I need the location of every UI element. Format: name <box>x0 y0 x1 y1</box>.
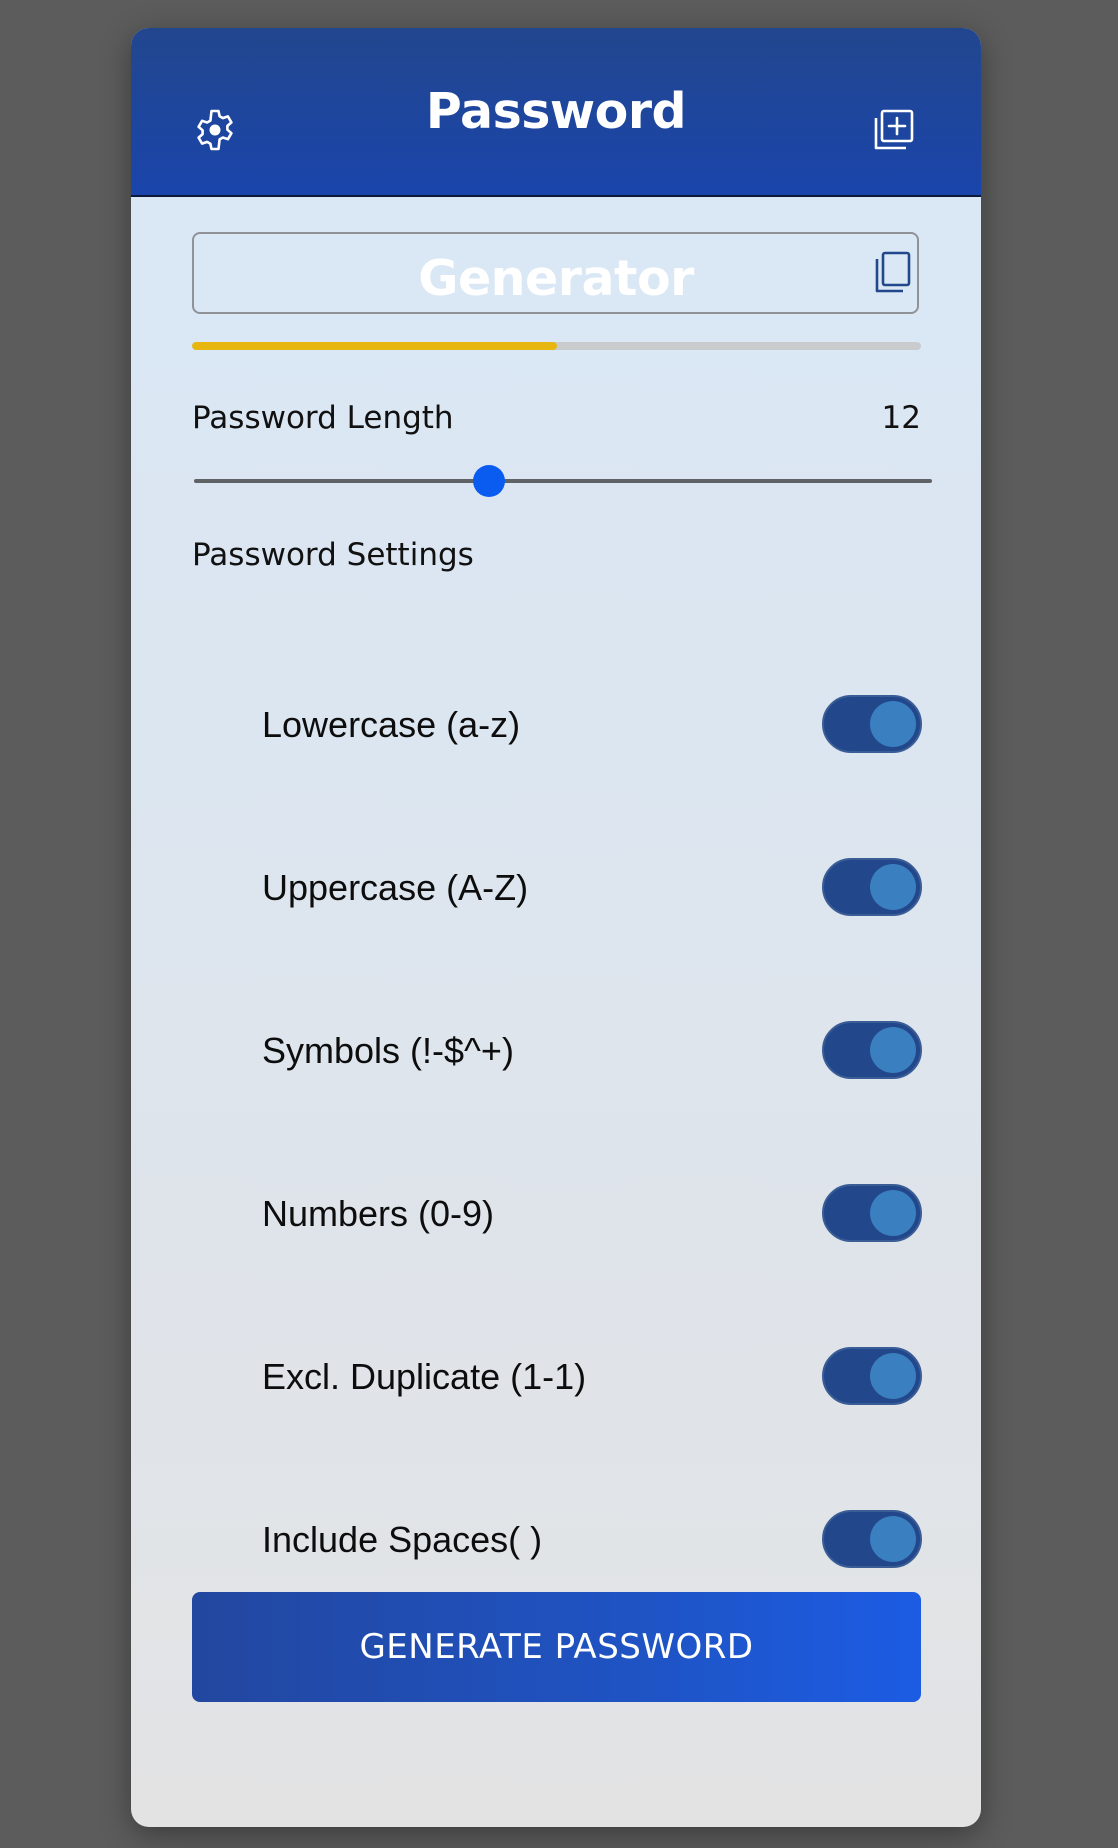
option-exclude-duplicate: Excl. Duplicate (1-1) <box>262 1345 922 1409</box>
copy-icon[interactable] <box>871 250 915 294</box>
generate-password-button[interactable]: GENERATE PASSWORD <box>192 1592 921 1702</box>
include-spaces-toggle[interactable] <box>822 1510 922 1568</box>
length-slider[interactable] <box>194 465 932 497</box>
header: Password Generator <box>131 28 981 307</box>
option-numbers: Numbers (0-9) <box>262 1182 922 1246</box>
length-slider-thumb[interactable] <box>473 465 506 497</box>
option-symbols: Symbols (!-$^+) <box>262 1019 922 1083</box>
exclude-duplicate-toggle[interactable] <box>822 1347 922 1405</box>
lowercase-toggle[interactable] <box>822 695 922 753</box>
numbers-toggle[interactable] <box>822 1184 922 1242</box>
option-uppercase: Uppercase (A-Z) <box>262 856 922 920</box>
symbols-toggle[interactable] <box>822 1021 922 1079</box>
strength-meter-fill <box>192 342 557 350</box>
option-label: Uppercase (A-Z) <box>262 867 529 908</box>
toggle-knob <box>870 701 916 747</box>
toggle-knob <box>870 1516 916 1562</box>
length-value: 12 <box>881 400 921 436</box>
page-title: Password Generator <box>418 83 694 307</box>
password-generator-card: Password Generator Password Length 12 Pa… <box>131 28 981 1827</box>
add-copy-icon[interactable] <box>872 108 916 152</box>
length-label: Password Length <box>192 400 454 436</box>
option-label: Excl. Duplicate (1-1) <box>262 1356 587 1397</box>
uppercase-toggle[interactable] <box>822 858 922 916</box>
option-label: Lowercase (a-z) <box>262 704 521 745</box>
option-label: Symbols (!-$^+) <box>262 1030 514 1071</box>
toggle-knob <box>870 864 916 910</box>
option-label: Numbers (0-9) <box>262 1193 495 1234</box>
strength-meter <box>192 342 921 350</box>
password-output-input[interactable] <box>210 234 854 314</box>
gear-icon[interactable] <box>191 106 239 154</box>
settings-title: Password Settings <box>192 537 474 573</box>
option-label: Include Spaces( ) <box>262 1519 543 1560</box>
toggle-knob <box>870 1353 916 1399</box>
password-output-field <box>192 232 919 314</box>
toggle-knob <box>870 1190 916 1236</box>
toggle-knob <box>870 1027 916 1073</box>
option-include-spaces: Include Spaces( ) <box>262 1508 922 1572</box>
option-lowercase: Lowercase (a-z) <box>262 693 922 757</box>
